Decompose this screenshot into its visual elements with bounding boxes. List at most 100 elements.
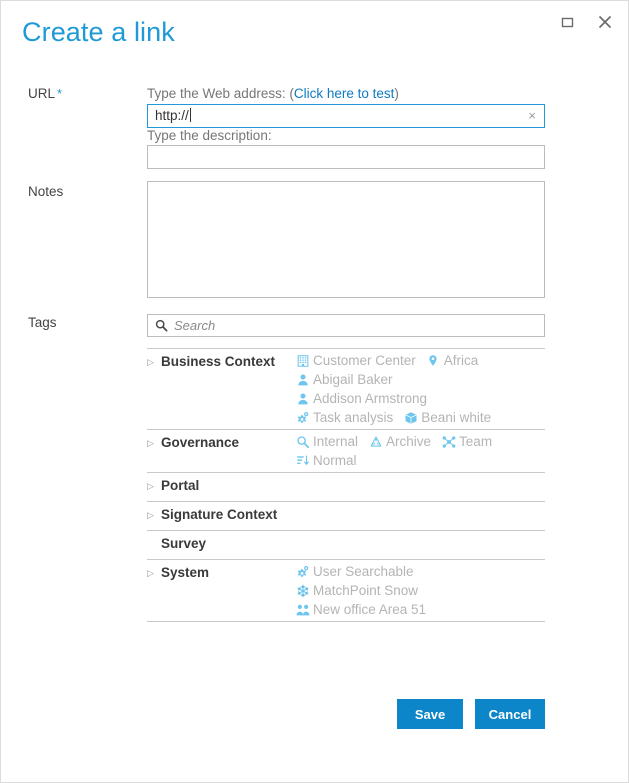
url-label-text: URL — [28, 86, 56, 101]
gear-icon — [295, 410, 310, 425]
test-url-link[interactable]: Click here to test — [294, 86, 395, 101]
sort-descending-icon — [295, 453, 310, 468]
tag-item[interactable]: Team — [441, 434, 492, 449]
expand-collapse-icon[interactable]: ▷ — [147, 507, 161, 520]
dialog-titlebar: Create a link — [1, 1, 628, 61]
tag-section-header[interactable]: ▷ Signature Context — [147, 506, 295, 522]
tags-label: Tags — [28, 315, 57, 330]
tag-item[interactable]: Archive — [368, 434, 431, 449]
tag-item-label: User Searchable — [313, 564, 414, 579]
recycle-icon — [368, 434, 383, 449]
url-input[interactable]: http:// × — [147, 104, 545, 128]
tag-item[interactable]: Africa — [426, 353, 479, 368]
tag-section-header[interactable]: ▷ Governance — [147, 434, 295, 450]
page-title: Create a link — [22, 17, 175, 47]
description-input[interactable] — [147, 145, 545, 169]
tag-item[interactable]: MatchPoint Snow — [295, 583, 418, 598]
tag-line: Customer Center Africa — [295, 353, 545, 368]
tag-item-label: Normal — [313, 453, 357, 468]
tag-section-items: User Searchable MatchPoint Snow New office… — [295, 564, 545, 617]
tag-search-box[interactable]: Search — [147, 314, 545, 337]
clear-url-icon[interactable]: × — [528, 108, 536, 124]
tag-section-items: Internal Archive Team Normal — [295, 434, 545, 468]
tag-item-label: Beani white — [421, 410, 492, 425]
search-icon — [155, 319, 168, 332]
tag-item[interactable]: Abigail Baker — [295, 372, 393, 387]
tag-section-system: ▷ System User Searchable MatchPoint Snow New… — [147, 559, 545, 622]
tag-line: MatchPoint Snow — [295, 583, 545, 598]
tag-item[interactable]: User Searchable — [295, 564, 414, 579]
expand-collapse-icon[interactable]: ▷ — [147, 478, 161, 491]
tag-section-title[interactable]: Signature Context — [161, 507, 277, 522]
tag-item[interactable]: New office Area 51 — [295, 602, 426, 617]
tag-section-header[interactable]: Survey — [147, 535, 295, 551]
required-marker: * — [57, 86, 63, 101]
tag-section-governance: ▷ Governance Internal Archive Team Normal — [147, 429, 545, 472]
description-hint: Type the description: — [147, 128, 272, 143]
tag-section-portal: ▷ Portal — [147, 472, 545, 501]
tag-line: Abigail Baker — [295, 372, 545, 387]
no-expand-spacer — [147, 536, 161, 540]
person-icon — [295, 391, 310, 406]
tag-line: Addison Armstrong — [295, 391, 545, 406]
tag-item-label: Task analysis — [313, 410, 394, 425]
tag-line: Task analysis Beani white — [295, 410, 545, 425]
tag-section-items: Customer Center Africa Abigail Baker Addiso… — [295, 353, 545, 425]
tag-item[interactable]: Task analysis — [295, 410, 393, 425]
tag-section-title[interactable]: Governance — [161, 435, 239, 450]
tag-item-label: Africa — [443, 353, 479, 368]
box-icon — [403, 410, 418, 425]
tag-item[interactable]: Beani white — [403, 410, 491, 425]
expand-collapse-icon[interactable]: ▷ — [147, 354, 161, 367]
tag-item[interactable]: Addison Armstrong — [295, 391, 427, 406]
magnifier-icon — [295, 434, 310, 449]
url-row-label: URL * — [28, 86, 62, 101]
url-value-text: http:// — [155, 108, 189, 123]
url-input-value: http:// — [155, 108, 191, 123]
tag-item-label: Archive — [386, 434, 432, 449]
gear-icon — [295, 564, 310, 579]
tag-item-label: Team — [459, 434, 493, 449]
window-controls — [556, 11, 616, 33]
save-button[interactable]: Save — [397, 699, 463, 729]
tag-line: Normal — [295, 453, 545, 468]
url-hint-prefix: Type the Web address: — [147, 86, 290, 101]
tag-section-header[interactable]: ▷ Portal — [147, 477, 295, 493]
restore-window-icon[interactable] — [556, 11, 578, 33]
tag-section-business-context: ▷ Business Context Customer Center Africa Ab… — [147, 348, 545, 429]
tag-section-survey: Survey — [147, 530, 545, 559]
snowflake-icon — [295, 583, 310, 598]
tag-item-label: New office Area 51 — [313, 602, 427, 617]
tag-line: User Searchable — [295, 564, 545, 579]
tag-section-title[interactable]: Portal — [161, 478, 199, 493]
tag-item-label: MatchPoint Snow — [313, 583, 419, 598]
tag-item[interactable]: Internal — [295, 434, 358, 449]
tag-item[interactable]: Customer Center — [295, 353, 416, 368]
notes-textarea[interactable] — [147, 181, 545, 298]
tag-section-title[interactable]: Business Context — [161, 354, 275, 369]
tag-item-label: Customer Center — [313, 353, 416, 368]
create-link-dialog: Create a link URL * Type the Web address:… — [0, 0, 629, 783]
person-icon — [295, 372, 310, 387]
close-icon[interactable] — [594, 11, 616, 33]
tag-section-header[interactable]: ▷ Business Context — [147, 353, 295, 369]
tag-line: New office Area 51 — [295, 602, 545, 617]
tag-section-header[interactable]: ▷ System — [147, 564, 295, 580]
url-address-hint: Type the Web address: (Click here to tes… — [147, 86, 399, 101]
tag-section-title[interactable]: Survey — [161, 536, 206, 551]
building-icon — [295, 353, 310, 368]
tag-section-title[interactable]: System — [161, 565, 209, 580]
expand-collapse-icon[interactable]: ▷ — [147, 435, 161, 448]
people-group-icon — [295, 602, 310, 617]
dialog-footer: Save Cancel — [1, 699, 628, 731]
expand-collapse-icon[interactable]: ▷ — [147, 565, 161, 578]
tag-section-signature-context: ▷ Signature Context — [147, 501, 545, 530]
network-icon — [441, 434, 456, 449]
cancel-button[interactable]: Cancel — [475, 699, 545, 729]
tag-search-placeholder: Search — [174, 318, 216, 333]
map-pin-icon — [426, 353, 441, 368]
tags-panel: ▷ Business Context Customer Center Africa Ab… — [147, 348, 545, 622]
tag-item[interactable]: Normal — [295, 453, 357, 468]
paren-close: ) — [394, 86, 399, 101]
tag-item-label: Addison Armstrong — [313, 391, 428, 406]
